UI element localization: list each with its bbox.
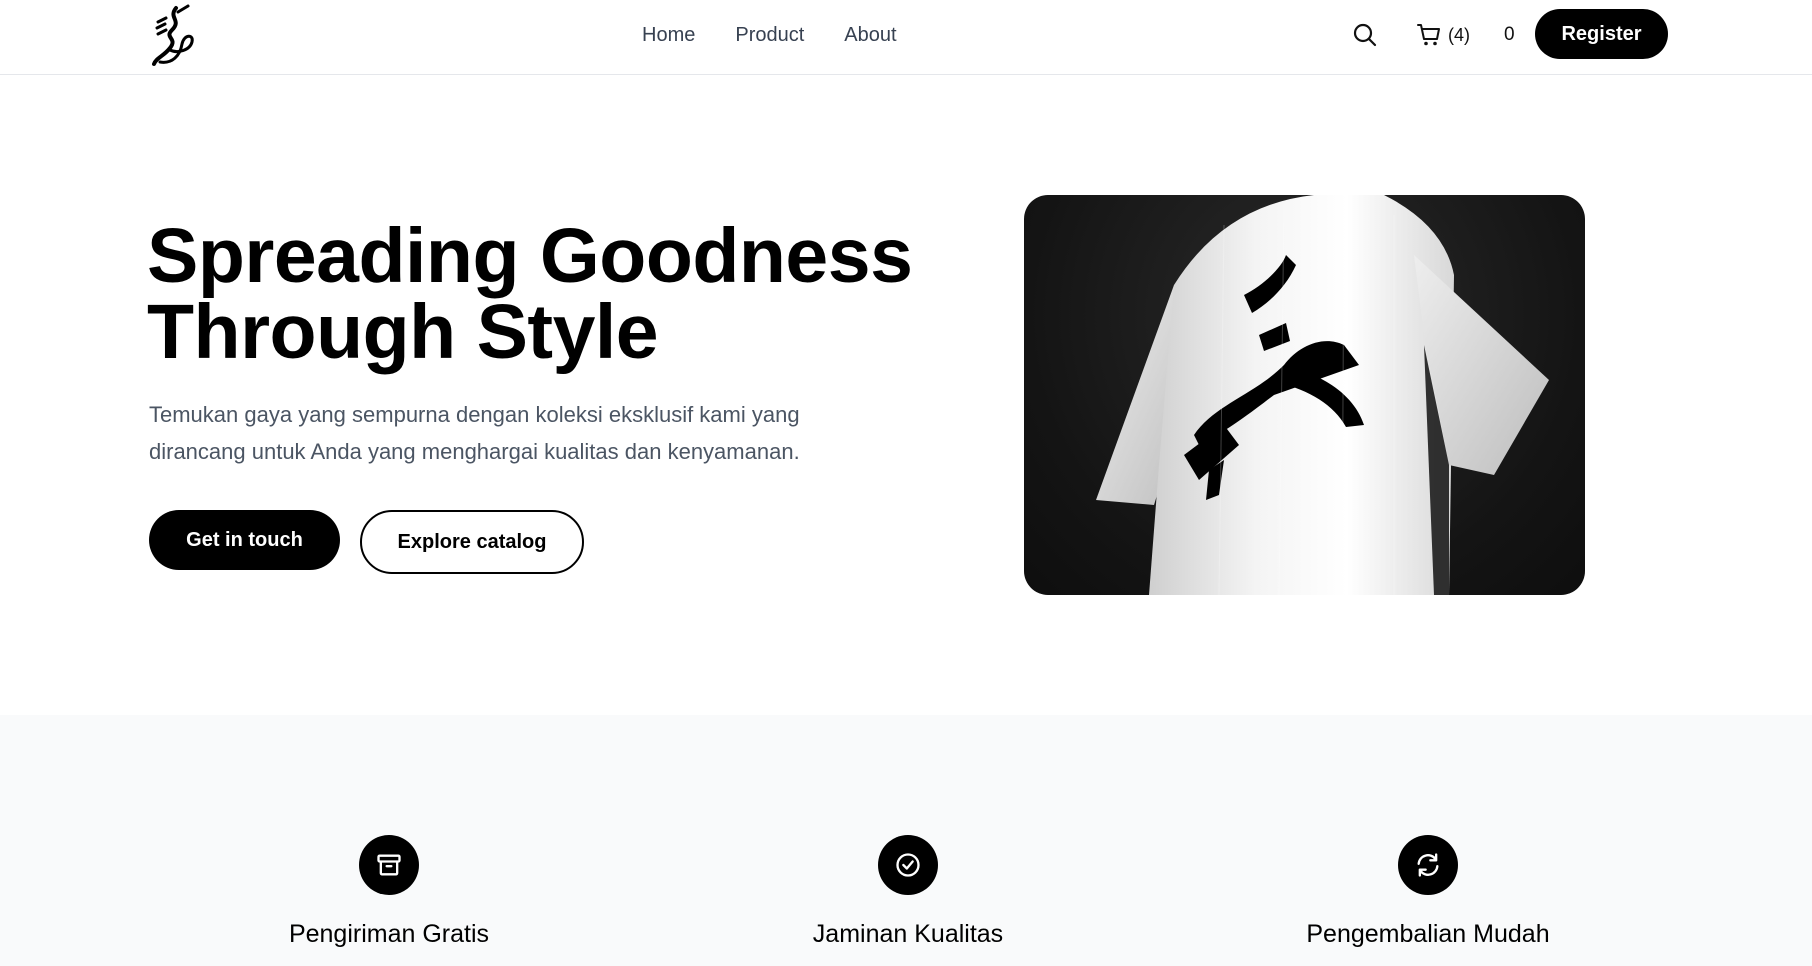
main-nav: Home Product About xyxy=(642,22,897,48)
feature-quality-guarantee: Jaminan Kualitas xyxy=(758,835,1058,949)
wishlist-count: 0 xyxy=(1504,24,1515,45)
features-section: Pengiriman Gratis Jaminan Kualitas Penge… xyxy=(0,715,1812,966)
hero-subtitle-line1: Temukan gaya yang sempurna dengan koleks… xyxy=(149,402,800,427)
search-button[interactable] xyxy=(1352,22,1378,48)
hero-title: Spreading Goodness Through Style xyxy=(147,218,947,371)
register-button[interactable]: Register xyxy=(1535,9,1668,59)
hero-subtitle-line2: dirancang untuk Anda yang menghargai kua… xyxy=(149,439,800,464)
feature-title: Jaminan Kualitas xyxy=(812,920,1004,948)
nav-home-link[interactable]: Home xyxy=(642,22,695,48)
get-in-touch-button[interactable]: Get in touch xyxy=(149,510,340,570)
search-icon xyxy=(1353,23,1377,47)
feature-free-shipping: Pengiriman Gratis xyxy=(239,835,539,949)
check-circle-icon xyxy=(878,835,938,895)
cart-count: (4) xyxy=(1448,24,1470,45)
hero-subtitle: Temukan gaya yang sempurna dengan koleks… xyxy=(149,396,869,470)
archive-box-icon xyxy=(359,835,419,895)
refresh-icon xyxy=(1398,835,1458,895)
feature-title: Pengiriman Gratis xyxy=(288,920,490,948)
hero-title-line2: Through Style xyxy=(147,289,659,375)
hero-product-image xyxy=(1024,195,1585,595)
feature-title: Pengembalian Mudah xyxy=(1306,920,1550,948)
logo[interactable] xyxy=(148,4,198,68)
nav-about-link[interactable]: About xyxy=(844,22,896,48)
nav-product-link[interactable]: Product xyxy=(735,22,804,48)
cart-button[interactable]: (4) xyxy=(1416,22,1470,48)
shopping-cart-icon xyxy=(1417,24,1440,46)
calligraphy-logo-icon xyxy=(152,4,194,66)
navbar: Home Product About (4) 0 Register xyxy=(0,0,1812,75)
hero-title-line1: Spreading Goodness xyxy=(147,213,913,299)
explore-catalog-button[interactable]: Explore catalog xyxy=(360,510,584,574)
tshirt-illustration xyxy=(1096,195,1549,595)
feature-easy-returns: Pengembalian Mudah xyxy=(1278,835,1578,949)
